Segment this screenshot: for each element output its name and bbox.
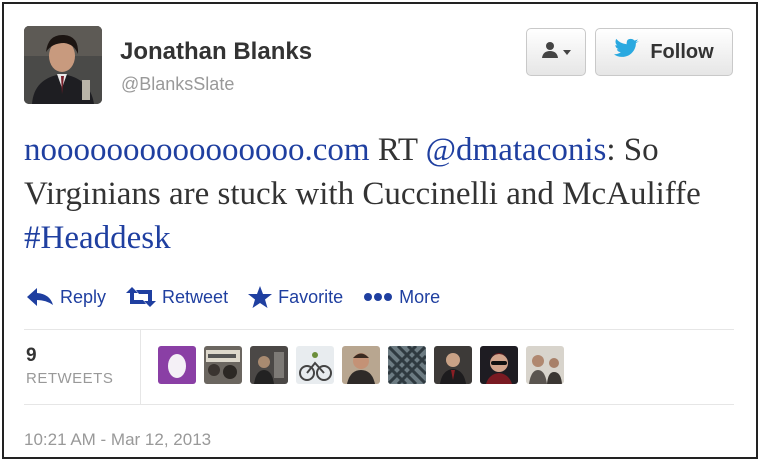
favorite-label: Favorite — [278, 286, 344, 307]
more-button[interactable]: More — [363, 287, 440, 308]
hashtag-link[interactable]: #Headdesk — [24, 220, 171, 256]
retweeter-avatar[interactable] — [250, 346, 288, 384]
more-label: More — [399, 286, 441, 307]
follow-button[interactable]: Follow — [595, 28, 733, 76]
retweeter-avatar[interactable] — [480, 346, 518, 384]
reply-label: Reply — [60, 286, 107, 307]
tweet-actions: Reply Retweet Favorite More — [26, 282, 460, 312]
display-name[interactable]: Jonathan Blanks — [120, 38, 312, 66]
retweeter-avatar[interactable] — [158, 346, 196, 384]
retweeter-avatar[interactable] — [526, 346, 564, 384]
retweet-label: Retweet — [162, 286, 229, 307]
mention-link[interactable]: @dmataconis — [426, 132, 607, 168]
tweet-text: noooooooooooooooo.com RT @dmataconis: So… — [24, 128, 744, 260]
user-actions-button[interactable] — [526, 28, 586, 76]
tweet-card: Jonathan Blanks @BlanksSlate Follow nooo… — [2, 2, 758, 459]
retweeter-avatars — [158, 346, 564, 384]
retweeter-avatar[interactable] — [204, 346, 242, 384]
tweet-timestamp[interactable]: 10:21 AM - Mar 12, 2013 — [24, 430, 211, 450]
divider — [24, 404, 734, 405]
retweet-icon — [126, 287, 157, 307]
stats-divider — [140, 329, 141, 404]
retweet-count-label: RETWEETS — [26, 370, 114, 387]
retweeter-avatar[interactable] — [388, 346, 426, 384]
retweeter-avatar[interactable] — [434, 346, 472, 384]
retweeter-avatar[interactable] — [296, 346, 334, 384]
reply-button[interactable]: Reply — [26, 287, 106, 308]
follow-label: Follow — [650, 40, 714, 63]
retweet-count[interactable]: 9 — [26, 345, 37, 367]
twitter-bird-icon — [614, 38, 640, 66]
favorite-button[interactable]: Favorite — [248, 286, 343, 308]
retweet-button[interactable]: Retweet — [126, 287, 228, 308]
reply-arrow-icon — [26, 287, 54, 307]
username-handle[interactable]: @BlanksSlate — [121, 74, 234, 95]
person-icon — [541, 41, 559, 64]
tweet-text-segment: RT — [369, 132, 426, 168]
tweet-link[interactable]: noooooooooooooooo.com — [24, 132, 370, 168]
caret-down-icon — [563, 43, 571, 61]
avatar[interactable] — [24, 26, 102, 104]
more-dots-icon — [363, 292, 393, 302]
divider — [24, 329, 734, 330]
star-icon — [248, 286, 273, 308]
retweeter-avatar[interactable] — [342, 346, 380, 384]
